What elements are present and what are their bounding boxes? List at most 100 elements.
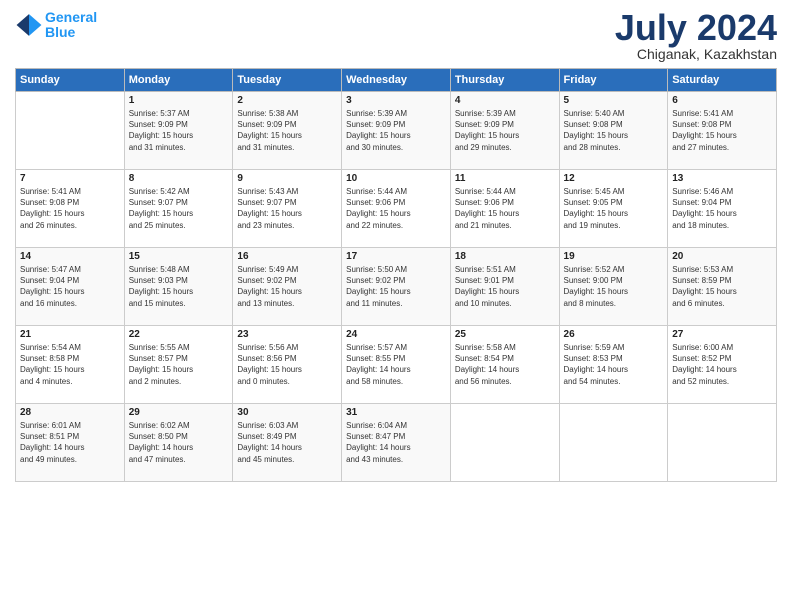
day-number: 14 [20, 251, 120, 262]
day-cell: 31 Sunrise: 6:04 AMSunset: 8:47 PMDayligh… [342, 404, 451, 482]
logo-text-line2: Blue [45, 25, 97, 40]
day-cell: 10 Sunrise: 5:44 AMSunset: 9:06 PMDayligh… [342, 170, 451, 248]
col-thursday: Thursday [450, 69, 559, 92]
day-info: Sunrise: 5:52 AMSunset: 9:00 PMDaylight:… [564, 264, 664, 309]
logo-icon [15, 11, 43, 39]
day-number: 8 [129, 173, 229, 184]
day-info: Sunrise: 5:40 AMSunset: 9:08 PMDaylight:… [564, 108, 664, 153]
day-info: Sunrise: 5:38 AMSunset: 9:09 PMDaylight:… [237, 108, 337, 153]
day-number: 25 [455, 329, 555, 340]
day-info: Sunrise: 5:37 AMSunset: 9:09 PMDaylight:… [129, 108, 229, 153]
week-row-1: 1 Sunrise: 5:37 AMSunset: 9:09 PMDaylight… [16, 92, 777, 170]
week-row-4: 21Sunrise: 5:54 AMSunset: 8:58 PMDayligh… [16, 326, 777, 404]
day-info: Sunrise: 6:02 AMSunset: 8:50 PMDaylight:… [129, 420, 229, 465]
week-row-3: 14 Sunrise: 5:47 AMSunset: 9:04 PMDayligh… [16, 248, 777, 326]
day-number: 16 [237, 251, 337, 262]
month-title: July 2024 [615, 10, 777, 46]
day-info: Sunrise: 5:42 AMSunset: 9:07 PMDaylight:… [129, 186, 229, 231]
title-block: July 2024 Chiganak, Kazakhstan [615, 10, 777, 62]
day-cell [450, 404, 559, 482]
week-row-2: 7 Sunrise: 5:41 AMSunset: 9:08 PMDaylight… [16, 170, 777, 248]
day-cell: 24Sunrise: 5:57 AMSunset: 8:55 PMDayligh… [342, 326, 451, 404]
day-info: Sunrise: 6:04 AMSunset: 8:47 PMDaylight:… [346, 420, 446, 465]
day-info: Sunrise: 5:41 AMSunset: 9:08 PMDaylight:… [672, 108, 772, 153]
day-info: Sunrise: 5:39 AMSunset: 9:09 PMDaylight:… [455, 108, 555, 153]
day-number: 10 [346, 173, 446, 184]
day-cell: 5 Sunrise: 5:40 AMSunset: 9:08 PMDaylight… [559, 92, 668, 170]
day-number: 9 [237, 173, 337, 184]
day-number: 7 [20, 173, 120, 184]
week-row-5: 28 Sunrise: 6:01 AMSunset: 8:51 PMDayligh… [16, 404, 777, 482]
day-number: 17 [346, 251, 446, 262]
day-info: Sunrise: 5:43 AMSunset: 9:07 PMDaylight:… [237, 186, 337, 231]
day-cell: 12 Sunrise: 5:45 AMSunset: 9:05 PMDayligh… [559, 170, 668, 248]
calendar-body: 1 Sunrise: 5:37 AMSunset: 9:09 PMDaylight… [16, 92, 777, 482]
day-number: 6 [672, 95, 772, 106]
day-cell: 21Sunrise: 5:54 AMSunset: 8:58 PMDayligh… [16, 326, 125, 404]
day-info: Sunrise: 6:01 AMSunset: 8:51 PMDaylight:… [20, 420, 120, 465]
day-cell: 4 Sunrise: 5:39 AMSunset: 9:09 PMDaylight… [450, 92, 559, 170]
day-number: 4 [455, 95, 555, 106]
day-cell: 3Sunrise: 5:39 AMSunset: 9:09 PMDaylight… [342, 92, 451, 170]
day-info: Sunrise: 5:57 AMSunset: 8:55 PMDaylight:… [346, 342, 446, 387]
day-info: Sunrise: 5:53 AMSunset: 8:59 PMDaylight:… [672, 264, 772, 309]
day-cell: 26 Sunrise: 5:59 AMSunset: 8:53 PMDayligh… [559, 326, 668, 404]
day-number: 29 [129, 407, 229, 418]
header-row: Sunday Monday Tuesday Wednesday Thursday… [16, 69, 777, 92]
day-cell: 30Sunrise: 6:03 AMSunset: 8:49 PMDayligh… [233, 404, 342, 482]
day-cell [16, 92, 125, 170]
day-cell: 20 Sunrise: 5:53 AMSunset: 8:59 PMDayligh… [668, 248, 777, 326]
col-sunday: Sunday [16, 69, 125, 92]
day-cell: 16Sunrise: 5:49 AMSunset: 9:02 PMDayligh… [233, 248, 342, 326]
day-info: Sunrise: 5:39 AMSunset: 9:09 PMDaylight:… [346, 108, 446, 153]
col-monday: Monday [124, 69, 233, 92]
day-number: 26 [564, 329, 664, 340]
day-cell [668, 404, 777, 482]
day-info: Sunrise: 5:45 AMSunset: 9:05 PMDaylight:… [564, 186, 664, 231]
day-info: Sunrise: 5:47 AMSunset: 9:04 PMDaylight:… [20, 264, 120, 309]
day-number: 27 [672, 329, 772, 340]
day-cell: 1 Sunrise: 5:37 AMSunset: 9:09 PMDaylight… [124, 92, 233, 170]
day-info: Sunrise: 5:58 AMSunset: 8:54 PMDaylight:… [455, 342, 555, 387]
day-cell: 19Sunrise: 5:52 AMSunset: 9:00 PMDayligh… [559, 248, 668, 326]
logo: General Blue [15, 10, 97, 41]
page: General Blue July 2024 Chiganak, Kazakhs… [0, 0, 792, 612]
header: General Blue July 2024 Chiganak, Kazakhs… [15, 10, 777, 62]
day-number: 15 [129, 251, 229, 262]
day-number: 30 [237, 407, 337, 418]
calendar-header: Sunday Monday Tuesday Wednesday Thursday… [16, 69, 777, 92]
day-cell: 15Sunrise: 5:48 AMSunset: 9:03 PMDayligh… [124, 248, 233, 326]
day-cell: 9 Sunrise: 5:43 AMSunset: 9:07 PMDaylight… [233, 170, 342, 248]
day-cell: 13Sunrise: 5:46 AMSunset: 9:04 PMDayligh… [668, 170, 777, 248]
day-info: Sunrise: 5:46 AMSunset: 9:04 PMDaylight:… [672, 186, 772, 231]
day-info: Sunrise: 5:50 AMSunset: 9:02 PMDaylight:… [346, 264, 446, 309]
day-number: 1 [129, 95, 229, 106]
day-cell: 6 Sunrise: 5:41 AMSunset: 9:08 PMDaylight… [668, 92, 777, 170]
day-info: Sunrise: 5:54 AMSunset: 8:58 PMDaylight:… [20, 342, 120, 387]
logo-text-line1: General [45, 10, 97, 25]
col-friday: Friday [559, 69, 668, 92]
day-cell: 17 Sunrise: 5:50 AMSunset: 9:02 PMDayligh… [342, 248, 451, 326]
day-number: 18 [455, 251, 555, 262]
day-number: 28 [20, 407, 120, 418]
col-wednesday: Wednesday [342, 69, 451, 92]
day-number: 31 [346, 407, 446, 418]
day-cell: 23 Sunrise: 5:56 AMSunset: 8:56 PMDayligh… [233, 326, 342, 404]
day-info: Sunrise: 5:56 AMSunset: 8:56 PMDaylight:… [237, 342, 337, 387]
day-info: Sunrise: 6:00 AMSunset: 8:52 PMDaylight:… [672, 342, 772, 387]
day-cell: 14 Sunrise: 5:47 AMSunset: 9:04 PMDayligh… [16, 248, 125, 326]
day-info: Sunrise: 5:44 AMSunset: 9:06 PMDaylight:… [346, 186, 446, 231]
day-info: Sunrise: 5:59 AMSunset: 8:53 PMDaylight:… [564, 342, 664, 387]
day-cell: 25 Sunrise: 5:58 AMSunset: 8:54 PMDayligh… [450, 326, 559, 404]
day-number: 12 [564, 173, 664, 184]
calendar-table: Sunday Monday Tuesday Wednesday Thursday… [15, 68, 777, 482]
day-number: 11 [455, 173, 555, 184]
day-cell: 28 Sunrise: 6:01 AMSunset: 8:51 PMDayligh… [16, 404, 125, 482]
day-info: Sunrise: 5:51 AMSunset: 9:01 PMDaylight:… [455, 264, 555, 309]
day-info: Sunrise: 5:41 AMSunset: 9:08 PMDaylight:… [20, 186, 120, 231]
day-number: 23 [237, 329, 337, 340]
day-cell: 27 Sunrise: 6:00 AMSunset: 8:52 PMDayligh… [668, 326, 777, 404]
day-number: 5 [564, 95, 664, 106]
day-cell [559, 404, 668, 482]
day-number: 20 [672, 251, 772, 262]
